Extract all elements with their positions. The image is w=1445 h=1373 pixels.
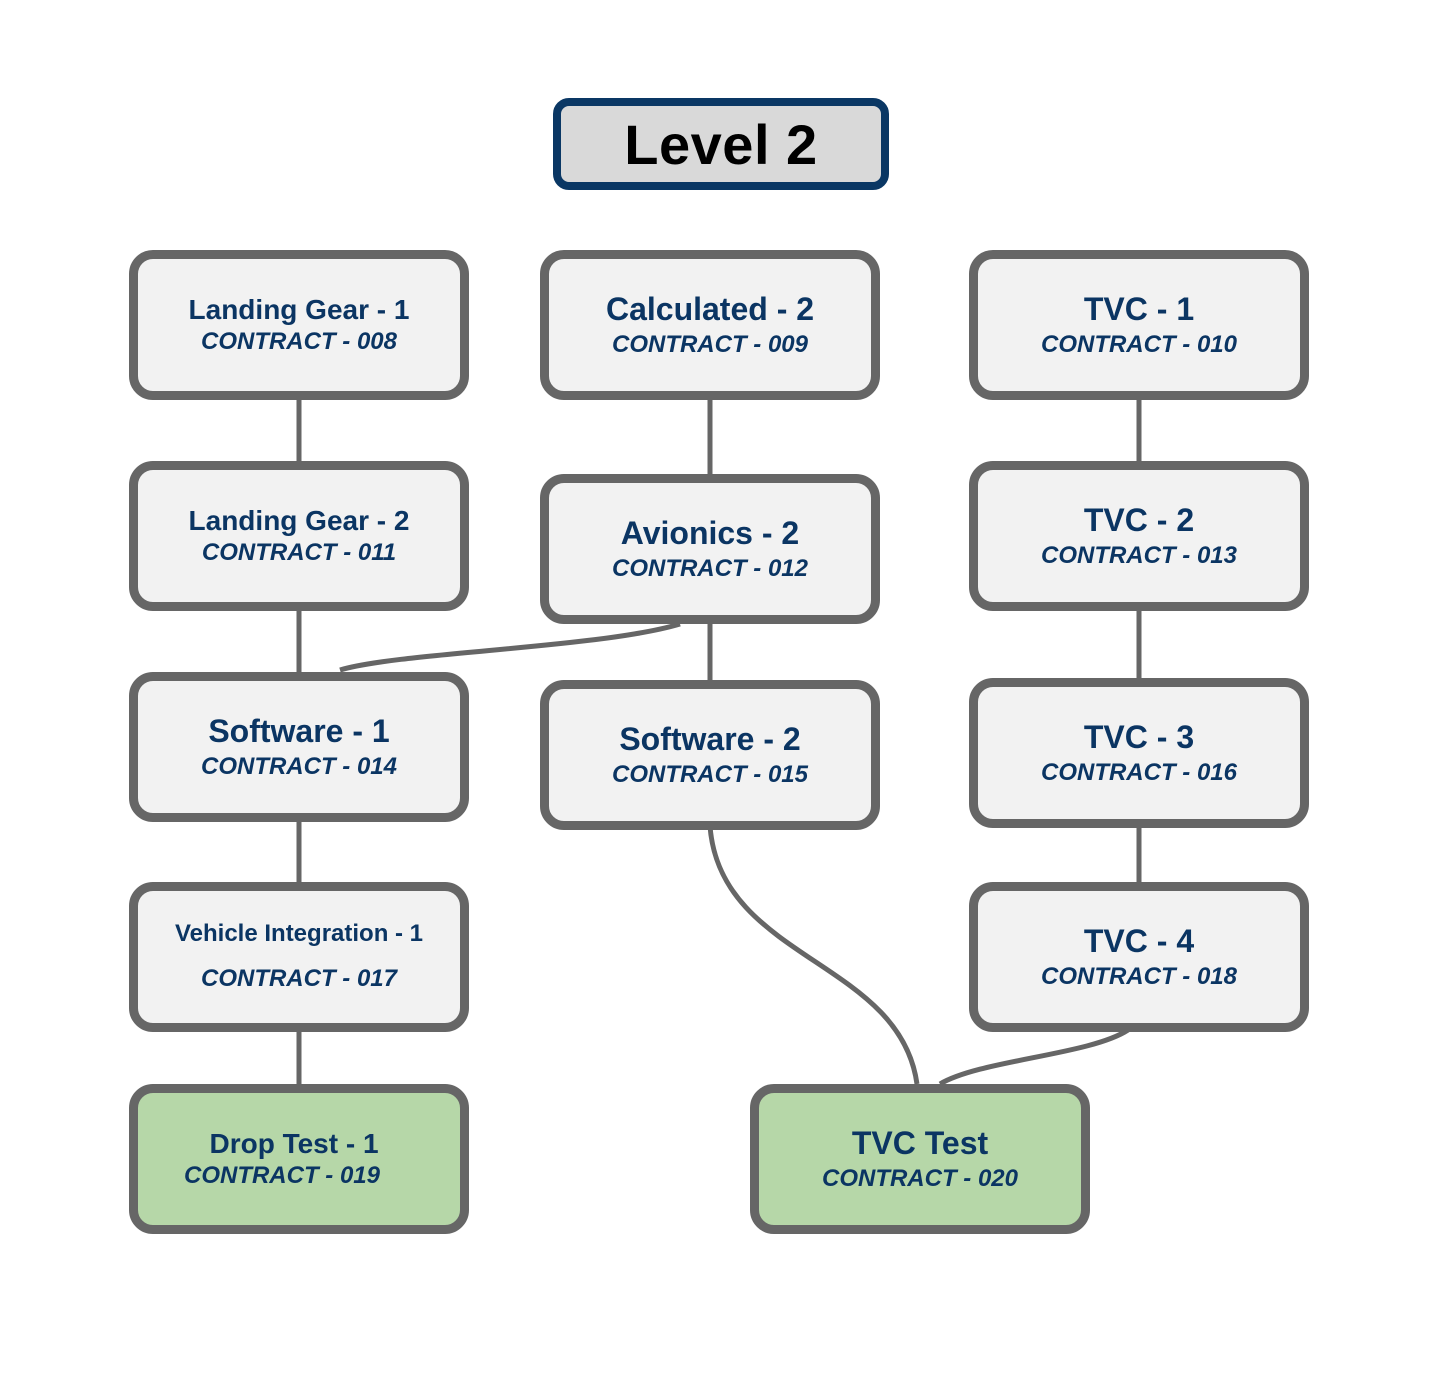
level-title: Level 2: [624, 112, 818, 176]
node-name: TVC - 4: [1083, 923, 1195, 960]
node-contract: CONTRACT - 018: [1040, 962, 1238, 990]
node-contract: CONTRACT - 010: [1040, 330, 1238, 358]
node-landing-gear-2[interactable]: Landing Gear - 2 CONTRACT - 011: [129, 461, 469, 611]
node-name: TVC - 1: [1083, 291, 1195, 328]
node-drop-test-1[interactable]: Drop Test - 1 CONTRACT - 019: [129, 1084, 469, 1234]
node-tvc-test[interactable]: TVC Test CONTRACT - 020: [750, 1084, 1090, 1234]
node-contract: CONTRACT - 009: [611, 330, 809, 358]
node-name: Vehicle Integration - 1: [174, 920, 424, 947]
node-tvc-4[interactable]: TVC - 4 CONTRACT - 018: [969, 882, 1309, 1032]
edge-sw2-tvct: [707, 825, 920, 1085]
node-name: Software - 2: [619, 721, 801, 758]
node-contract: CONTRACT - 017: [200, 964, 398, 992]
node-name: Avionics - 2: [620, 515, 800, 552]
node-landing-gear-1[interactable]: Landing Gear - 1 CONTRACT - 008: [129, 250, 469, 400]
node-tvc-3[interactable]: TVC - 3 CONTRACT - 016: [969, 678, 1309, 828]
node-contract: CONTRACT - 019: [183, 1162, 381, 1190]
node-vehicle-integration-1[interactable]: Vehicle Integration - 1 CONTRACT - 017: [129, 882, 469, 1032]
node-name: Software - 1: [208, 713, 390, 750]
node-name: TVC - 2: [1083, 502, 1195, 539]
node-contract: CONTRACT - 015: [611, 760, 809, 788]
node-name: TVC - 3: [1083, 719, 1195, 756]
node-calculated-2[interactable]: Calculated - 2 CONTRACT - 009: [540, 250, 880, 400]
node-contract: CONTRACT - 020: [821, 1164, 1019, 1192]
node-name: Drop Test - 1: [209, 1127, 379, 1159]
edge-tvc4-tvct: [938, 1027, 1130, 1087]
node-software-2[interactable]: Software - 2 CONTRACT - 015: [540, 680, 880, 830]
node-name: TVC Test: [851, 1125, 989, 1162]
node-avionics-2[interactable]: Avionics - 2 CONTRACT - 012: [540, 474, 880, 624]
node-software-1[interactable]: Software - 1 CONTRACT - 014: [129, 672, 469, 822]
node-name: Landing Gear - 2: [188, 504, 410, 536]
node-contract: CONTRACT - 013: [1040, 541, 1238, 569]
node-contract: CONTRACT - 014: [200, 752, 398, 780]
level-title-box: Level 2: [553, 98, 889, 190]
node-contract: CONTRACT - 011: [201, 539, 397, 567]
node-name: Calculated - 2: [605, 291, 815, 328]
node-tvc-2[interactable]: TVC - 2 CONTRACT - 013: [969, 461, 1309, 611]
edge-av2-sw1: [339, 621, 681, 673]
node-contract: CONTRACT - 012: [611, 554, 809, 582]
node-contract: CONTRACT - 008: [200, 328, 398, 356]
node-contract: CONTRACT - 016: [1040, 758, 1238, 786]
node-name: Landing Gear - 1: [188, 293, 410, 325]
node-tvc-1[interactable]: TVC - 1 CONTRACT - 010: [969, 250, 1309, 400]
